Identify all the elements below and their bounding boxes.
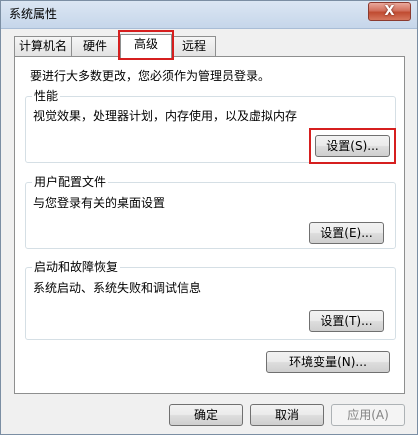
environment-variables-button[interactable]: 环境变量(N)... [266, 351, 390, 373]
performance-legend: 性能 [32, 89, 61, 103]
close-button[interactable]: X [368, 2, 411, 21]
cancel-button[interactable]: 取消 [250, 404, 324, 426]
user-profiles-settings-button[interactable]: 设置(E)... [309, 222, 384, 244]
startup-recovery-group: 启动和故障恢复 系统启动、系统失败和调试信息 设置(T)... [25, 260, 396, 340]
tab-highlight-box [118, 30, 174, 60]
advanced-panel: 要进行大多数更改，您必须作为管理员登录。 性能 视觉效果，处理器计划，内存使用，… [14, 56, 405, 394]
startup-recovery-settings-button[interactable]: 设置(T)... [309, 310, 384, 332]
system-properties-window: 系统属性 X 计算机名 硬件 高级 远程 要进行大多数更改，您必须作为管理员登录… [0, 0, 418, 435]
startup-recovery-description: 系统启动、系统失败和调试信息 [33, 281, 202, 295]
tab-computer-name[interactable]: 计算机名 [14, 36, 72, 56]
performance-group: 性能 视觉效果，处理器计划，内存使用，以及虚拟内存 设置(S)... [25, 89, 396, 164]
user-profiles-group: 用户配置文件 与您登录有关的桌面设置 设置(E)... [25, 175, 396, 249]
startup-recovery-legend: 启动和故障恢复 [32, 260, 121, 274]
performance-description: 视觉效果，处理器计划，内存使用，以及虚拟内存 [33, 109, 298, 123]
title-bar[interactable]: 系统属性 X [1, 1, 417, 29]
user-profiles-legend: 用户配置文件 [32, 175, 109, 189]
tab-hardware[interactable]: 硬件 [71, 36, 119, 56]
tab-remote[interactable]: 远程 [172, 36, 216, 56]
admin-notice: 要进行大多数更改，您必须作为管理员登录。 [30, 69, 271, 83]
window-title: 系统属性 [9, 7, 58, 21]
performance-button-highlight [309, 128, 396, 164]
apply-button[interactable]: 应用(A) [331, 404, 405, 426]
user-profiles-description: 与您登录有关的桌面设置 [33, 196, 166, 210]
close-icon: X [384, 4, 395, 19]
ok-button[interactable]: 确定 [169, 404, 243, 426]
